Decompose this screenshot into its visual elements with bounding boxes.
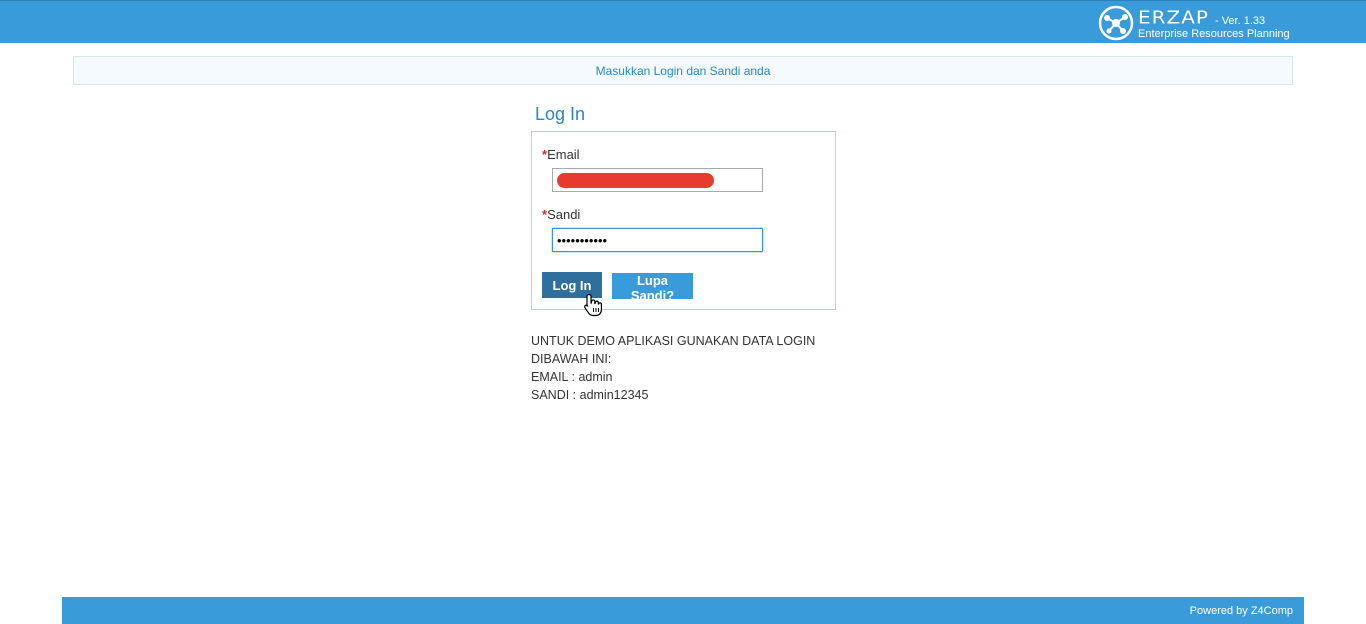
demo-line: DIBAWAH INI: [531,352,612,366]
login-form: *Email *Sandi Log In Lupa Sandi? [531,131,836,310]
notice-text: Masukkan Login dan Sandi anda [595,63,771,78]
redacted-email-mark [557,173,714,188]
forgot-password-button[interactable]: Lupa Sandi? [612,273,693,303]
email-label-text: Email [547,147,580,162]
brand-subtitle: Enterprise Resources Planning [1138,27,1290,40]
email-field[interactable] [552,168,763,192]
demo-password-line: SANDI : admin12345 [531,388,649,402]
footer-text: Powered by Z4Comp [1189,604,1293,617]
brand-name: ERZAP [1138,5,1209,28]
network-circle-logo-icon [1098,5,1134,41]
password-field[interactable] [552,228,763,252]
hand-pointer-cursor-icon [584,293,602,317]
password-label: *Sandi [542,207,580,222]
brand[interactable]: ERZAP - Ver. 1.33 Enterprise Resources P… [1098,4,1290,42]
login-notice-bar: Masukkan Login dan Sandi anda [73,56,1293,85]
demo-line: UNTUK DEMO APLIKASI GUNAKAN DATA LOGIN [531,334,816,348]
footer-bar: Powered by Z4Comp [62,597,1304,624]
login-title: Log In [535,104,586,124]
top-header-bar: ERZAP - Ver. 1.33 Enterprise Resources P… [0,0,1366,43]
email-label: *Email [542,147,580,162]
demo-email-line: EMAIL : admin [531,370,613,384]
demo-credentials-info: UNTUK DEMO APLIKASI GUNAKAN DATA LOGIN D… [531,332,815,404]
version-label: - Ver. 1.33 [1214,14,1266,27]
password-label-text: Sandi [547,207,581,222]
